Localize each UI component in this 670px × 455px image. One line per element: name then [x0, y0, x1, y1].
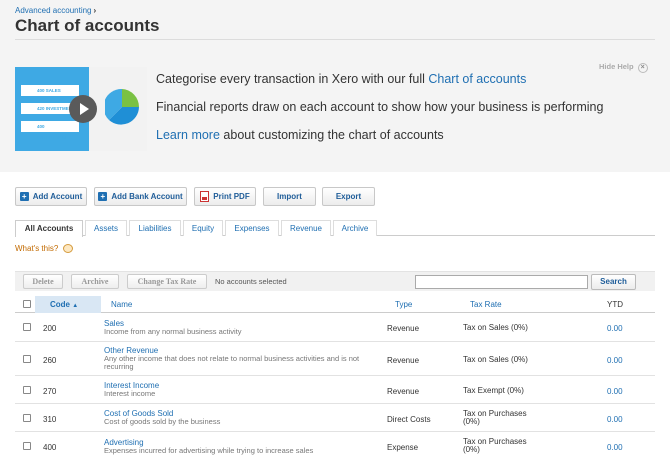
account-ytd-link[interactable]: 0.00 — [607, 443, 623, 452]
import-button[interactable]: Import — [263, 187, 316, 206]
account-description: Any other income that does not relate to… — [104, 354, 360, 371]
tab-equity[interactable]: Equity — [183, 220, 223, 236]
name-column-header[interactable]: Name — [111, 300, 132, 309]
pdf-icon — [200, 191, 210, 202]
video-tag: 400 ENTERTAINMENT — [21, 121, 79, 140]
help-line-1: Categorise every transaction in Xero wit… — [156, 72, 526, 86]
account-ytd-link[interactable]: 0.00 — [607, 356, 623, 365]
add-account-label: Add Account — [32, 192, 83, 201]
hide-help-button[interactable]: Hide Help × — [599, 62, 648, 73]
table-row[interactable]: 200 Sales Income from any normal busines… — [15, 313, 655, 342]
table-row[interactable]: 270 Interest Income Interest income Reve… — [15, 376, 655, 404]
account-code: 270 — [43, 387, 57, 396]
account-type: Direct Costs — [387, 415, 431, 424]
breadcrumb-link[interactable]: Advanced accounting — [15, 6, 92, 15]
tab-liabilities[interactable]: Liabilities — [129, 220, 181, 236]
account-ytd-link[interactable]: 0.00 — [607, 415, 623, 424]
speech-bubble-icon — [62, 244, 73, 254]
help-line-1-text: Categorise every transaction in Xero wit… — [156, 72, 429, 86]
account-description: Income from any normal business activity — [104, 327, 242, 336]
account-tax-rate: Tax on Sales (0%) — [463, 355, 528, 364]
table-row[interactable]: 260 Other Revenue Any other income that … — [15, 342, 655, 376]
table-toolbar: Delete Archive Change Tax Rate No accoun… — [15, 271, 655, 291]
pie-chart-icon — [105, 88, 139, 125]
table-header: Code ▲ Name Type Tax Rate YTD — [15, 296, 655, 313]
account-tax-rate: Tax on Sales (0%) — [463, 323, 528, 332]
row-checkbox[interactable] — [23, 323, 31, 331]
account-type: Revenue — [387, 356, 420, 365]
account-code: 200 — [43, 324, 57, 333]
account-description: Cost of goods sold by the business — [104, 417, 221, 426]
search-button[interactable]: Search — [591, 274, 636, 290]
account-code: 310 — [43, 415, 57, 424]
help-header-area: Advanced accounting › Chart of accounts H… — [0, 0, 670, 172]
account-type: Revenue — [387, 324, 420, 333]
account-code: 400 — [43, 443, 57, 452]
account-tabs: All Accounts Assets Liabilities Equity E… — [15, 220, 655, 237]
account-code: 260 — [43, 356, 57, 365]
change-tax-rate-button[interactable]: Change Tax Rate — [127, 274, 207, 289]
help-video-thumbnail[interactable]: 400 SALES 420 INVESTMENTS 400 ENTERTAINM… — [15, 67, 147, 151]
row-checkbox[interactable] — [23, 442, 31, 450]
plus-icon: + — [19, 192, 29, 201]
hide-help-label: Hide Help — [599, 62, 634, 71]
tax-rate-column-header[interactable]: Tax Rate — [470, 300, 502, 309]
video-tag: 400 SALES — [21, 85, 79, 96]
account-description: Interest income — [104, 389, 156, 398]
account-type: Expense — [387, 443, 419, 452]
tab-expenses[interactable]: Expenses — [225, 220, 279, 236]
chevron-right-icon: › — [93, 6, 97, 15]
account-ytd-link[interactable]: 0.00 — [607, 387, 623, 396]
import-label: Import — [277, 192, 302, 201]
code-header-label: Code — [50, 300, 70, 309]
plus-icon: + — [98, 192, 108, 201]
account-tax-rate: Tax Exempt (0%) — [463, 386, 524, 395]
code-column-header[interactable]: Code ▲ — [50, 300, 78, 309]
table-row[interactable]: 400 Advertising Expenses incurred for ad… — [15, 432, 655, 455]
help-line-3-text: about customizing the chart of accounts — [219, 128, 444, 142]
tab-all-accounts[interactable]: All Accounts — [15, 220, 83, 237]
account-tax-rate: Tax on Purchases (0%) — [463, 409, 527, 426]
row-checkbox[interactable] — [23, 355, 31, 363]
row-checkbox[interactable] — [23, 414, 31, 422]
account-tax-rate: Tax on Purchases (0%) — [463, 437, 527, 454]
add-bank-account-button[interactable]: + Add Bank Account — [94, 187, 187, 206]
export-button[interactable]: Export — [322, 187, 375, 206]
ytd-column-header: YTD — [607, 300, 623, 309]
tab-archive[interactable]: Archive — [333, 220, 377, 236]
account-type: Revenue — [387, 387, 420, 396]
account-ytd-link[interactable]: 0.00 — [607, 324, 623, 333]
learn-more-link[interactable]: Learn more — [156, 128, 220, 142]
print-pdf-button[interactable]: Print PDF — [194, 187, 256, 206]
search-input[interactable] — [415, 275, 588, 289]
close-icon[interactable]: × — [637, 63, 648, 73]
delete-button[interactable]: Delete — [23, 274, 63, 289]
type-column-header[interactable]: Type — [395, 300, 412, 309]
add-bank-account-label: Add Bank Account — [111, 192, 183, 201]
account-description: Expenses incurred for advertising while … — [104, 446, 314, 455]
accounts-table: Code ▲ Name Type Tax Rate YTD 200 Sales … — [15, 296, 655, 455]
help-line-3: Learn more about customizing the chart o… — [156, 128, 444, 142]
page-title: Chart of accounts — [15, 16, 160, 35]
header-divider — [15, 39, 655, 40]
tab-revenue[interactable]: Revenue — [281, 220, 331, 236]
table-row[interactable]: 310 Cost of Goods Sold Cost of goods sol… — [15, 404, 655, 432]
tab-assets[interactable]: Assets — [85, 220, 127, 236]
select-all-checkbox[interactable] — [23, 300, 31, 308]
add-account-button[interactable]: + Add Account — [15, 187, 87, 206]
play-icon[interactable] — [69, 95, 97, 123]
whats-this-link[interactable]: What's this? — [15, 244, 73, 254]
selection-status: No accounts selected — [215, 277, 287, 286]
chart-of-accounts-link[interactable]: Chart of accounts — [428, 72, 526, 86]
row-checkbox[interactable] — [23, 386, 31, 394]
whats-this-label: What's this? — [15, 244, 59, 253]
archive-button[interactable]: Archive — [71, 274, 119, 289]
print-pdf-label: Print PDF — [213, 192, 250, 201]
breadcrumb[interactable]: Advanced accounting › — [15, 6, 96, 15]
help-line-2: Financial reports draw on each account t… — [156, 100, 604, 114]
export-label: Export — [335, 192, 362, 201]
sort-ascending-icon: ▲ — [72, 303, 79, 309]
